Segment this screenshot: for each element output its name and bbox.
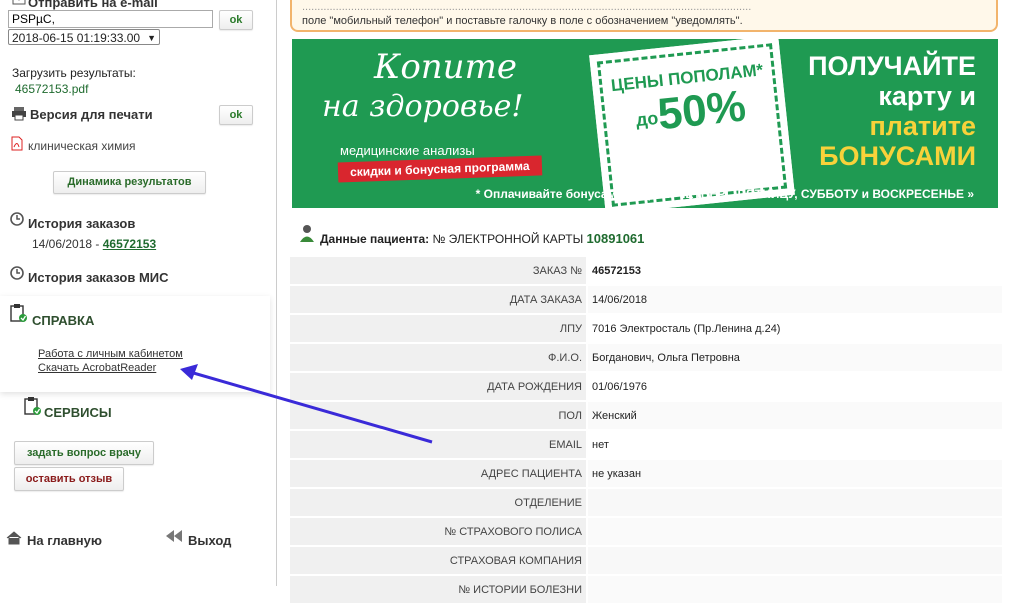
card-number: 10891061	[586, 231, 645, 246]
banner-med-analyses: медицинские анализы	[340, 143, 475, 158]
table-row: Ф.И.О. Богданович, Ольга Петровна	[290, 343, 1002, 373]
row-value	[586, 488, 1002, 518]
row-value: Богданович, Ольга Петровна	[586, 343, 1002, 373]
row-value: 46572153	[586, 257, 1002, 286]
table-row: ДАТА ЗАКАЗА 14/06/2018	[290, 285, 1002, 315]
row-label: СТРАХОВАЯ КОМПАНИЯ	[290, 546, 587, 576]
clock-icon	[10, 266, 24, 280]
discount-badge: ЦЕНЫ ПОПОЛАМ* до50%	[589, 39, 795, 208]
row-label: ЗАКАЗ №	[290, 257, 587, 286]
help-panel	[0, 296, 270, 392]
table-row: EMAIL нет	[290, 430, 1002, 460]
dropdown-arrow-icon: ▼	[147, 33, 156, 43]
notice-box: ........................................…	[290, 0, 998, 32]
print-ok-button[interactable]: ok	[219, 105, 253, 125]
notice-line-1: ........................................…	[302, 1, 752, 13]
row-value: не указан	[586, 459, 1002, 489]
table-row: ОТДЕЛЕНИЕ	[290, 488, 1002, 518]
banner-right-3: платите	[869, 111, 976, 141]
table-row: ЗАКАЗ № 46572153	[290, 257, 1002, 286]
clinical-chem-link[interactable]: клиническая химия	[28, 139, 136, 153]
row-value	[586, 546, 1002, 576]
patient-title: Данные пациента: № ЭЛЕКТРОННОЙ КАРТЫ 108…	[320, 231, 644, 246]
row-label: ЛПУ	[290, 314, 587, 344]
email-input[interactable]	[8, 10, 213, 28]
table-row: ПОЛ Женский	[290, 401, 1002, 431]
help-link-cabinet[interactable]: Работа с личным кабинетом	[38, 348, 183, 360]
promo-banner[interactable]: Копите на здоровье! медицинские анализы …	[292, 39, 998, 208]
patient-title-label: Данные пациента:	[320, 232, 430, 246]
row-value: нет	[586, 430, 1002, 460]
banner-right-1: ПОЛУЧАЙТЕ	[808, 51, 976, 81]
table-row: СТРАХОВАЯ КОМПАНИЯ	[290, 546, 1002, 576]
services-title: СЕРВИСЫ	[44, 405, 112, 420]
row-value	[586, 517, 1002, 547]
printer-icon	[12, 107, 26, 121]
datetime-select[interactable]: 2018-06-15 01:19:33.00 ▼	[8, 29, 160, 45]
order-history-date: 14/06/2018 -	[32, 237, 103, 251]
order-history-entry: 14/06/2018 - 46572153	[32, 237, 156, 251]
dynamics-button[interactable]: Динамика результатов	[53, 171, 206, 194]
notice-line-2: поле "мобильный телефон" и поставьте гал…	[302, 15, 743, 27]
clipboard-check-icon	[24, 397, 41, 415]
banner-program: скидки и бонусная программа	[337, 155, 542, 183]
envelope-icon	[12, 0, 26, 5]
banner-right-text: ПОЛУЧАЙТЕ карту и платите БОНУСАМИ	[808, 51, 976, 171]
badge-pre: до	[634, 107, 660, 131]
row-label: ПОЛ	[290, 401, 587, 431]
help-title: СПРАВКА	[32, 313, 95, 328]
clock-icon	[10, 212, 24, 226]
row-label: ДАТА ЗАКАЗА	[290, 285, 587, 315]
leave-review-button[interactable]: оставить отзыв	[14, 467, 124, 491]
row-value	[586, 575, 1002, 605]
ask-doctor-button[interactable]: задать вопрос врачу	[14, 441, 154, 465]
mis-history-label[interactable]: История заказов МИС	[28, 270, 169, 285]
patient-table: ЗАКАЗ № 46572153 ДАТА ЗАКАЗА 14/06/2018 ЛП…	[290, 257, 1002, 605]
row-value: 7016 Электросталь (Пр.Ленина д.24)	[586, 314, 1002, 344]
pdf-icon	[11, 136, 23, 151]
row-label: Ф.И.О.	[290, 343, 587, 373]
sidebar-divider	[276, 0, 277, 586]
clipboard-check-icon	[10, 304, 27, 322]
table-row: АДРЕС ПАЦИЕНТА не указан	[290, 459, 1002, 489]
send-email-label: Отправить на e-mail	[28, 0, 158, 10]
sidebar: Отправить на e-mail ok 2018-06-15 01:19:…	[0, 0, 276, 586]
home-link[interactable]: На главную	[27, 533, 102, 548]
banner-right-2: карту и	[878, 81, 976, 111]
banner-right-4: БОНУСАМИ	[819, 141, 976, 171]
datetime-value: 2018-06-15 01:19:33.00	[12, 31, 141, 45]
table-row: ЛПУ 7016 Электросталь (Пр.Ленина д.24)	[290, 314, 1002, 344]
table-row: ДАТА РОЖДЕНИЯ 01/06/1976	[290, 372, 1002, 402]
send-email-ok-button[interactable]: ok	[219, 10, 253, 30]
banner-copy-1: Копите	[374, 47, 517, 87]
row-label: EMAIL	[290, 430, 587, 460]
help-link-acrobat[interactable]: Скачать AcrobatReader	[38, 362, 156, 374]
row-label: ДАТА РОЖДЕНИЯ	[290, 372, 587, 402]
card-label: № ЭЛЕКТРОННОЙ КАРТЫ	[429, 232, 587, 246]
user-icon	[300, 225, 314, 242]
row-label: АДРЕС ПАЦИЕНТА	[290, 459, 587, 489]
banner-footer: * Оплачивайте бонусами каждый ЧЕТВЕРГ, П…	[475, 187, 974, 201]
table-row: № ИСТОРИИ БОЛЕЗНИ	[290, 575, 1002, 605]
pdf-link[interactable]: 46572153.pdf	[15, 82, 88, 96]
exit-link[interactable]: Выход	[188, 533, 231, 548]
row-label: № СТРАХОВОГО ПОЛИСА	[290, 517, 587, 547]
download-results-label: Загрузить результаты:	[12, 66, 136, 80]
print-version-label: Версия для печати	[30, 107, 153, 122]
home-icon	[6, 531, 22, 545]
banner-copy-2: на здоровье!	[322, 89, 524, 124]
order-history-link[interactable]: 46572153	[103, 237, 156, 251]
row-label: ОТДЕЛЕНИЕ	[290, 488, 587, 518]
row-value: Женский	[586, 401, 1002, 431]
back-arrow-icon	[166, 530, 182, 542]
row-value: 14/06/2018	[586, 285, 1002, 315]
order-history-label: История заказов	[28, 216, 136, 231]
row-value: 01/06/1976	[586, 372, 1002, 402]
table-row: № СТРАХОВОГО ПОЛИСА	[290, 517, 1002, 547]
row-label: № ИСТОРИИ БОЛЕЗНИ	[290, 575, 587, 605]
badge-percent: 50%	[655, 81, 749, 140]
